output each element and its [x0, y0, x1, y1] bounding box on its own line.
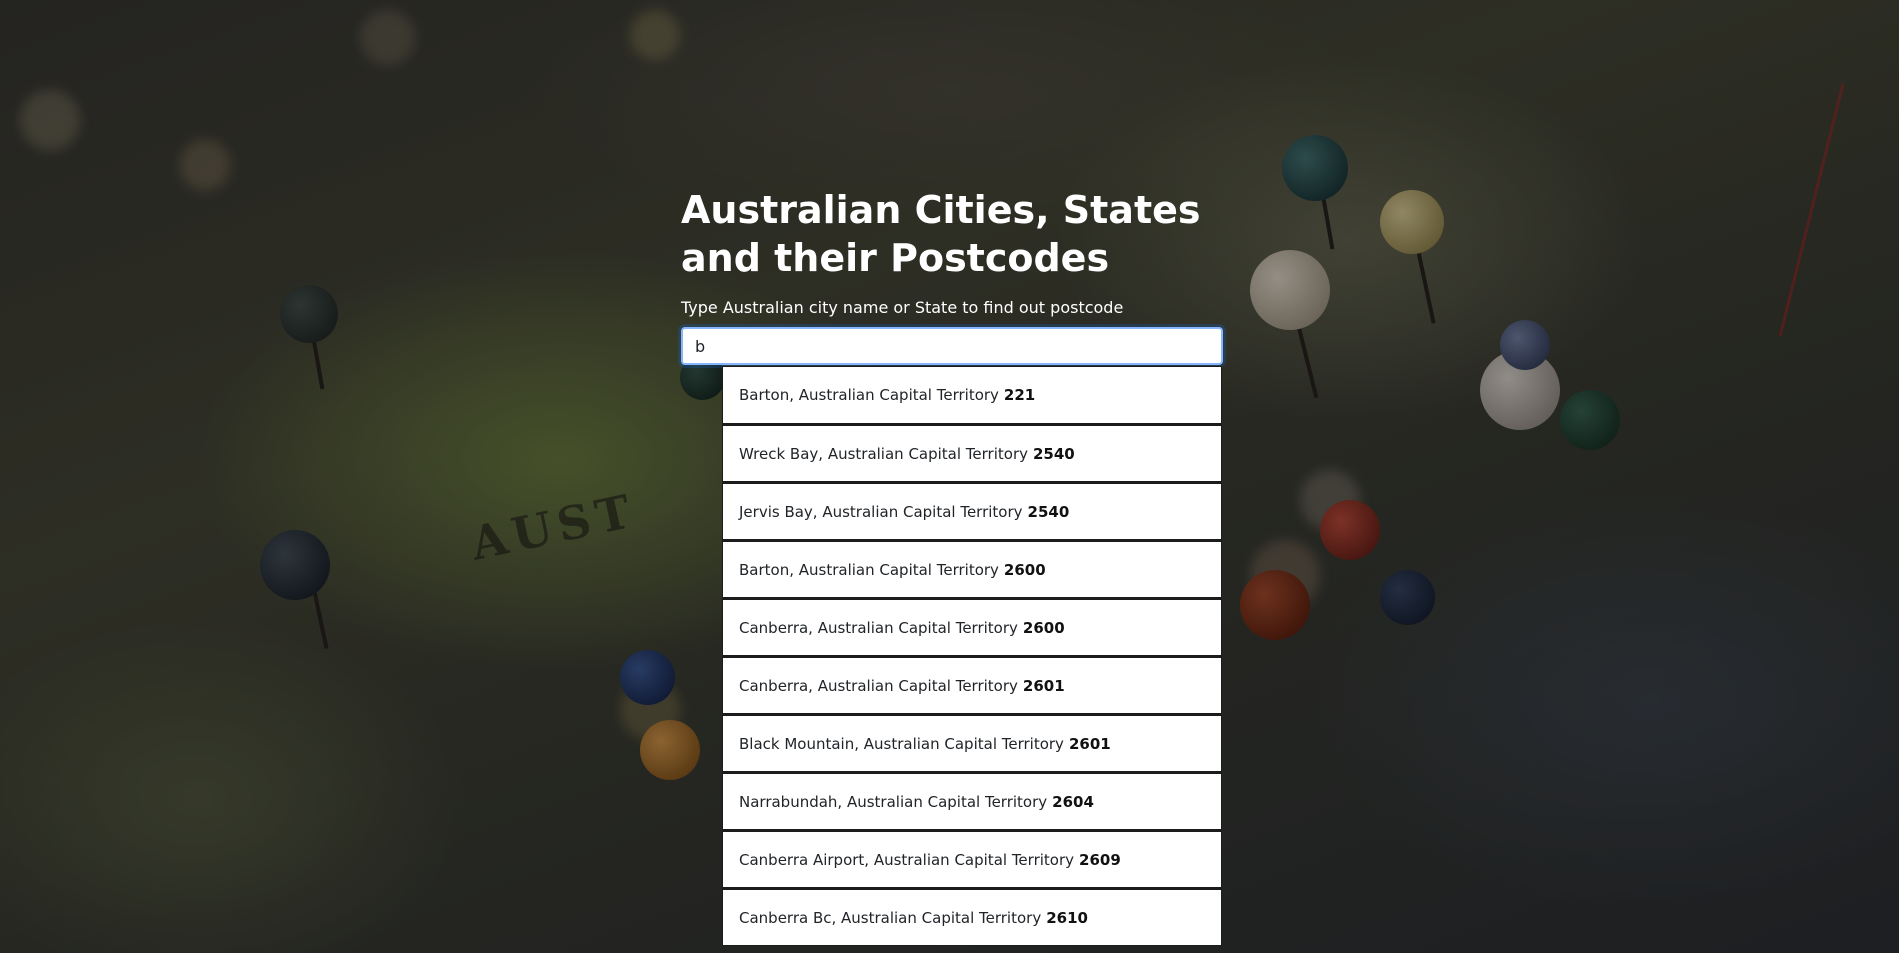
result-postcode: 2609 — [1079, 850, 1121, 869]
autocomplete-result-item[interactable]: Barton, Australian Capital Territory 2600 — [722, 540, 1222, 598]
result-postcode: 2540 — [1027, 502, 1070, 521]
result-place-name: Narrabundah, Australian Capital Territor… — [739, 792, 1048, 811]
page-title: Australian Cities, States and their Post… — [681, 188, 1201, 280]
result-postcode: 2601 — [1022, 676, 1065, 695]
result-place-name: Barton, Australian Capital Territory — [739, 386, 999, 404]
autocomplete-result-item[interactable]: Canberra, Australian Capital Territory 26… — [722, 598, 1222, 656]
result-place-name: Black Mountain, Australian Capital Terri… — [739, 734, 1064, 753]
result-place-name: Canberra Bc, Australian Capital Territor… — [739, 908, 1042, 927]
autocomplete-result-item[interactable]: Canberra, Australian Capital Territory 26… — [722, 656, 1222, 714]
result-place-name: Canberra, Australian Capital Territory — [739, 676, 1018, 695]
result-place-name: Canberra Airport, Australian Capital Ter… — [739, 850, 1075, 869]
result-place-name: Canberra, Australian Capital Territory — [739, 618, 1018, 637]
search-panel: Australian Cities, States and their Post… — [681, 186, 1223, 365]
result-postcode: 2604 — [1052, 792, 1094, 811]
result-postcode: 2540 — [1033, 444, 1075, 463]
search-input[interactable] — [681, 327, 1223, 365]
autocomplete-result-item[interactable]: Canberra Bc, Australian Capital Territor… — [722, 888, 1222, 946]
result-postcode: 2601 — [1068, 734, 1111, 753]
result-place-name: Wreck Bay, Australian Capital Territory — [739, 444, 1028, 463]
autocomplete-results-list: Barton, Australian Capital Territory 221 W… — [722, 366, 1222, 946]
search-instructions: Type Australian city name or State to fi… — [681, 298, 1124, 317]
autocomplete-result-item[interactable]: Narrabundah, Australian Capital Territor… — [722, 772, 1222, 830]
autocomplete-result-item[interactable]: Wreck Bay, Australian Capital Territory 2… — [722, 424, 1222, 482]
result-postcode: 2600 — [1003, 560, 1046, 579]
result-place-name: Jervis Bay, Australian Capital Territory — [739, 502, 1023, 521]
result-postcode: 2600 — [1022, 618, 1065, 637]
autocomplete-result-item[interactable]: Jervis Bay, Australian Capital Territory… — [722, 482, 1222, 540]
result-postcode: 2610 — [1046, 908, 1088, 927]
autocomplete-result-item[interactable]: Black Mountain, Australian Capital Terri… — [722, 714, 1222, 772]
result-postcode: 221 — [1003, 386, 1036, 404]
result-place-name: Barton, Australian Capital Territory — [739, 560, 999, 579]
autocomplete-result-item[interactable]: Canberra Airport, Australian Capital Ter… — [722, 830, 1222, 888]
autocomplete-result-item[interactable]: Barton, Australian Capital Territory 221 — [722, 366, 1222, 424]
